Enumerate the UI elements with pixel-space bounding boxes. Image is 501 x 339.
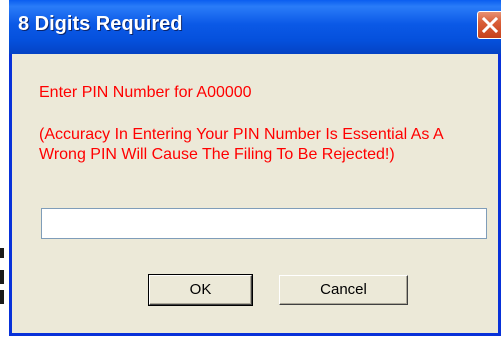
dialog-body: Enter PIN Number for A00000 (Accuracy In… — [12, 54, 498, 333]
pin-input[interactable] — [41, 208, 487, 239]
pin-dialog: 8 Digits Required Enter PIN Number for A… — [9, 0, 501, 336]
pin-prompt-label: Enter PIN Number for A00000 — [39, 84, 252, 101]
background-mark — [0, 270, 4, 284]
dialog-title: 8 Digits Required — [18, 13, 183, 35]
pin-warning-text: (Accuracy In Entering Your PIN Number Is… — [39, 126, 443, 163]
background-mark — [0, 248, 4, 258]
ok-button[interactable]: OK — [148, 274, 253, 306]
cancel-button[interactable]: Cancel — [279, 275, 408, 305]
title-bar[interactable]: 8 Digits Required — [9, 0, 501, 54]
close-button[interactable] — [477, 11, 501, 39]
background-mark — [0, 290, 4, 304]
screen: 8 Digits Required Enter PIN Number for A… — [0, 0, 501, 339]
